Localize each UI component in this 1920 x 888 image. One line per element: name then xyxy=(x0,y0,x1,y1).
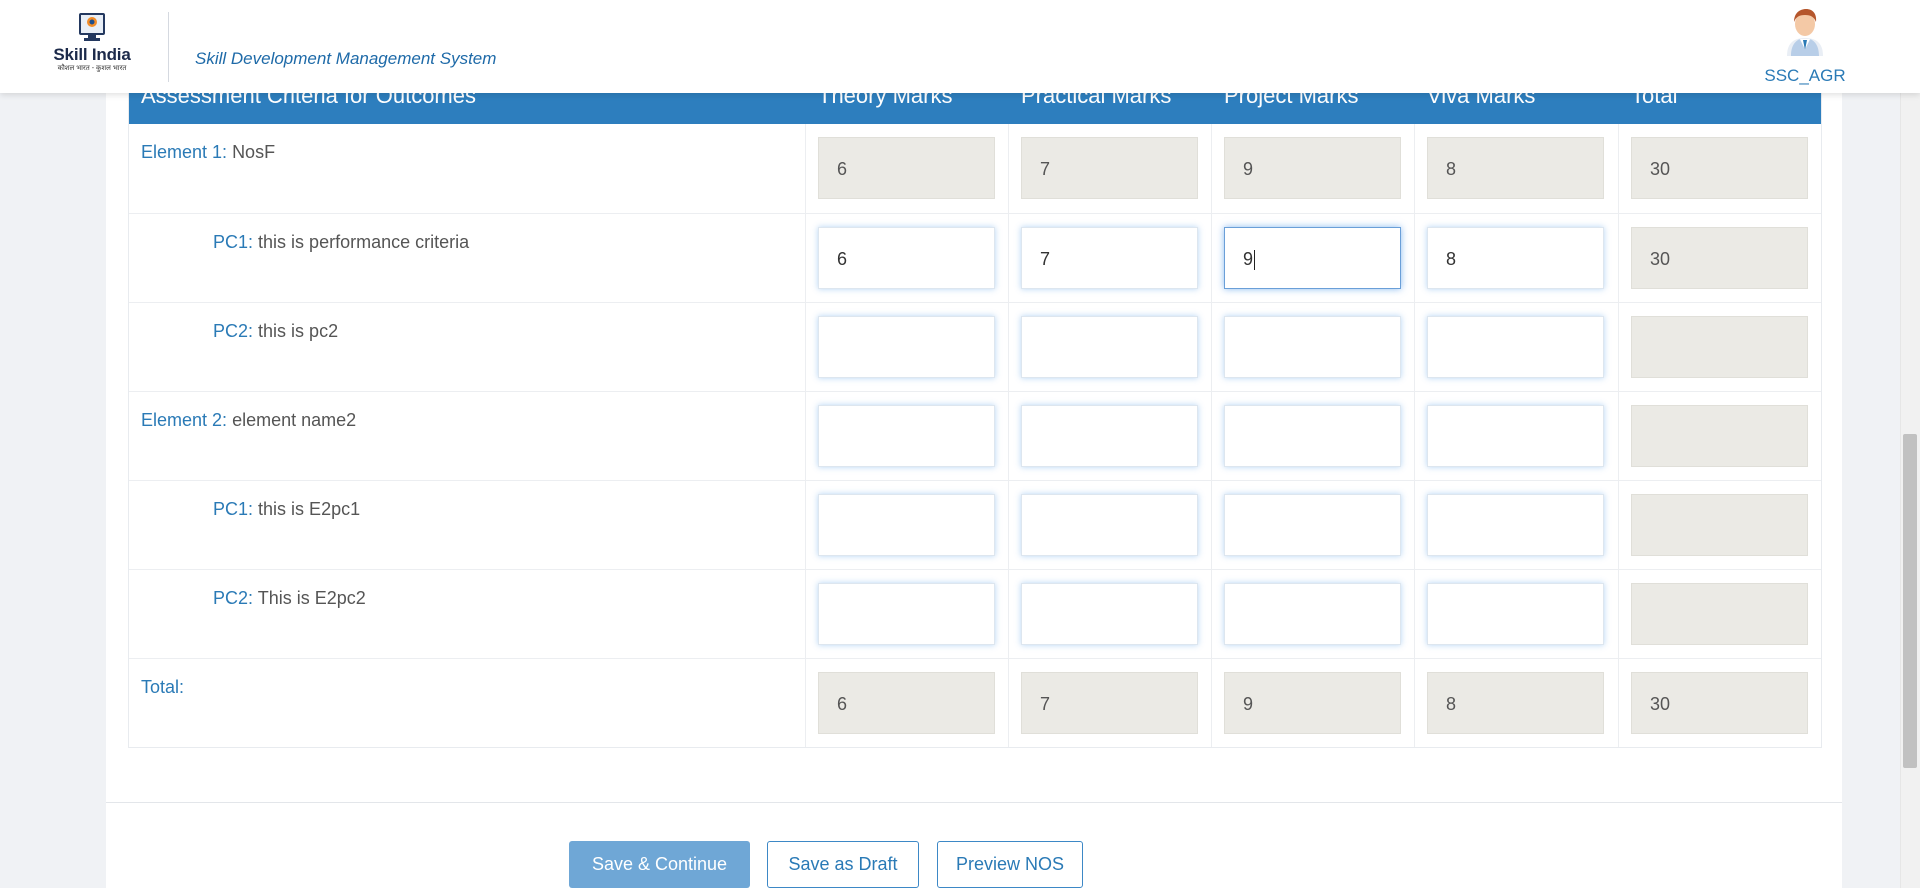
row-label: PC2: This is E2pc2 xyxy=(213,588,366,608)
project-marks-input[interactable] xyxy=(1224,583,1401,645)
row-label: Element 1: NosF xyxy=(141,142,276,162)
row-label: PC1: this is performance criteria xyxy=(213,232,470,252)
user-menu[interactable]: SSC_AGR xyxy=(1755,6,1855,86)
total-marks-readonly: 30 xyxy=(1631,227,1808,289)
footer-divider xyxy=(106,802,1842,803)
theory-marks-input[interactable] xyxy=(818,405,995,467)
save-continue-button[interactable]: Save & Continue xyxy=(569,841,750,888)
logo-tagline: कौशल भारत - कुशल भारत xyxy=(57,65,127,72)
assessment-table: Assessment Criteria for Outcomes Theory … xyxy=(128,70,1822,748)
practical-marks-input[interactable]: 7 xyxy=(1021,227,1198,289)
text-caret xyxy=(1254,250,1256,271)
total-marks-readonly: 30 xyxy=(1631,137,1808,199)
table-row: Element 2: element name2 xyxy=(129,391,1821,480)
header-divider xyxy=(168,12,169,82)
project-marks-input[interactable]: 9 xyxy=(1224,227,1401,289)
practical-marks-total: 7 xyxy=(1021,672,1198,734)
top-header: Skill India कौशल भारत - कुशल भारत Skill … xyxy=(0,0,1920,93)
theory-marks-input[interactable] xyxy=(818,316,995,378)
viva-marks-input[interactable] xyxy=(1427,316,1604,378)
total-marks-readonly xyxy=(1631,494,1808,556)
practical-marks-input[interactable] xyxy=(1021,405,1198,467)
viva-marks-input[interactable] xyxy=(1427,583,1604,645)
row-label: Element 2: element name2 xyxy=(141,410,357,430)
skill-india-emblem-icon xyxy=(79,13,105,41)
theory-marks-readonly: 6 xyxy=(818,137,995,199)
viva-marks-input[interactable] xyxy=(1427,405,1604,467)
total-marks-readonly xyxy=(1631,583,1808,645)
scrollbar-thumb[interactable] xyxy=(1903,434,1917,768)
project-marks-input[interactable] xyxy=(1224,316,1401,378)
project-marks-readonly: 9 xyxy=(1224,137,1401,199)
total-marks-readonly xyxy=(1631,405,1808,467)
app-title: Skill Development Management System xyxy=(195,49,497,68)
table-row: PC2: This is E2pc2 xyxy=(129,569,1821,658)
table-row: PC1: this is performance criteria 6 7 9 … xyxy=(129,213,1821,302)
table-row: PC1: this is E2pc1 xyxy=(129,480,1821,569)
theory-marks-total: 6 xyxy=(818,672,995,734)
viva-marks-input[interactable] xyxy=(1427,494,1604,556)
total-marks-readonly xyxy=(1631,316,1808,378)
project-marks-total: 9 xyxy=(1224,672,1401,734)
practical-marks-input[interactable] xyxy=(1021,494,1198,556)
practical-marks-input[interactable] xyxy=(1021,316,1198,378)
project-marks-input[interactable] xyxy=(1224,494,1401,556)
practical-marks-input[interactable] xyxy=(1021,583,1198,645)
theory-marks-input[interactable] xyxy=(818,494,995,556)
project-marks-input[interactable] xyxy=(1224,405,1401,467)
row-label: PC1: this is E2pc1 xyxy=(213,499,361,519)
row-label: PC2: this is pc2 xyxy=(213,321,339,341)
row-label: Total: xyxy=(141,677,185,697)
save-draft-button[interactable]: Save as Draft xyxy=(767,841,919,888)
table-row: Element 1: NosF 6 7 9 8 30 xyxy=(129,124,1821,213)
skill-india-logo[interactable]: Skill India कौशल भारत - कुशल भारत xyxy=(42,12,142,82)
user-avatar-icon xyxy=(1787,9,1823,56)
user-name: SSC_AGR xyxy=(1764,66,1846,85)
grand-total: 30 xyxy=(1631,672,1808,734)
table-row-total: Total: 6 7 9 8 30 xyxy=(129,658,1821,747)
practical-marks-readonly: 7 xyxy=(1021,137,1198,199)
logo-title: Skill India xyxy=(53,45,131,64)
theory-marks-input[interactable] xyxy=(818,583,995,645)
viva-marks-readonly: 8 xyxy=(1427,137,1604,199)
preview-nos-button[interactable]: Preview NOS xyxy=(937,841,1083,888)
table-row: PC2: this is pc2 xyxy=(129,302,1821,391)
viva-marks-input[interactable]: 8 xyxy=(1427,227,1604,289)
theory-marks-input[interactable]: 6 xyxy=(818,227,995,289)
viva-marks-total: 8 xyxy=(1427,672,1604,734)
project-marks-value: 9 xyxy=(1243,249,1254,269)
